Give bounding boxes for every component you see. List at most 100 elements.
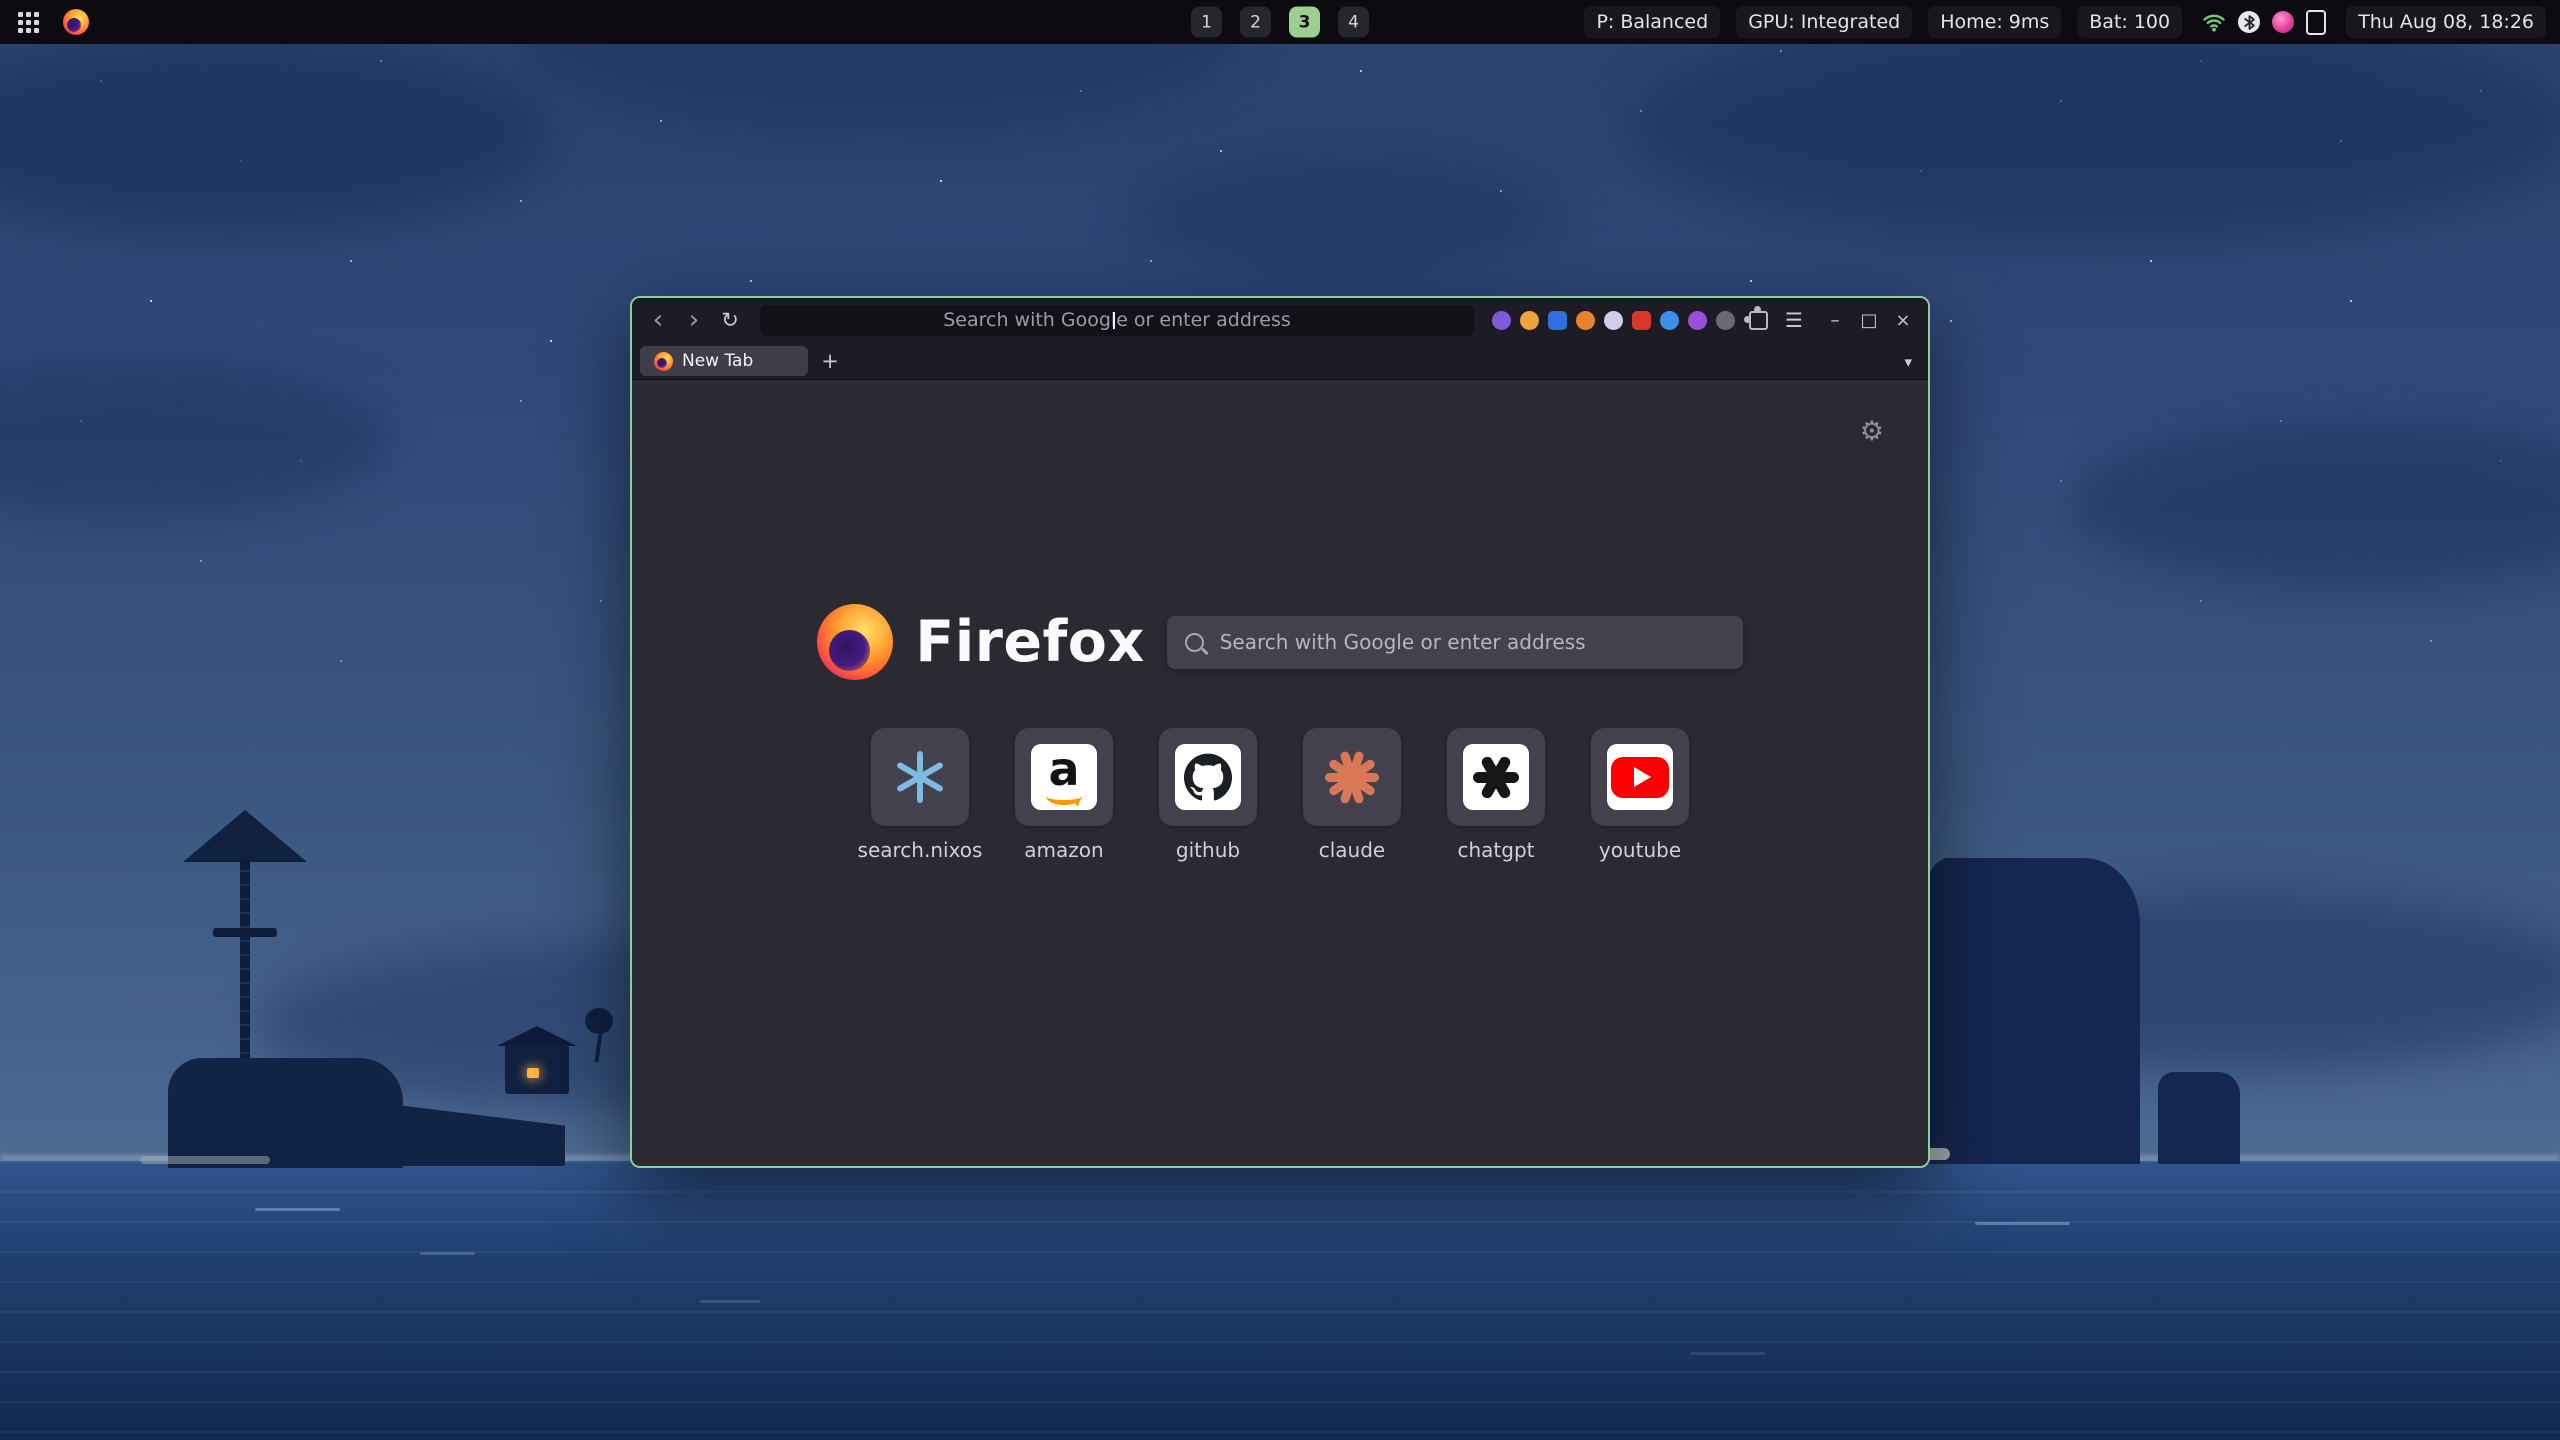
extension-icon-5[interactable] (1604, 311, 1623, 330)
wifi-icon[interactable] (2202, 10, 2226, 34)
shortcut-tile[interactable] (871, 728, 969, 826)
clipboard-icon[interactable] (2306, 10, 2326, 35)
forward-button[interactable]: › (678, 304, 710, 336)
firefox-logo (817, 604, 893, 680)
shortcut-label: claude (1319, 838, 1385, 862)
workspace-3-active[interactable]: 3 (1289, 7, 1320, 38)
tab-bar: New Tab + ▾ (632, 342, 1928, 380)
water-reflection (700, 1300, 760, 1303)
workspace-4[interactable]: 4 (1338, 7, 1369, 38)
topbar-right: P: Balanced GPU: Integrated Home: 9ms Ba… (1584, 6, 2546, 38)
amazon-a-glyph: a (1048, 749, 1079, 790)
newtab-hero: Firefox (817, 604, 1742, 680)
shortcut-label: amazon (1024, 838, 1103, 862)
apps-grid-icon[interactable] (12, 6, 45, 39)
browser-toolbar: ‹ › ↻ ☰ – □ × (632, 298, 1928, 342)
extension-icon-2[interactable] (1520, 311, 1539, 330)
extension-icon-8[interactable] (1688, 311, 1707, 330)
color-wheel-icon[interactable] (2272, 11, 2294, 33)
shortcut-claude[interactable]: claude (1303, 728, 1401, 862)
home-latency-module[interactable]: Home: 9ms (1928, 6, 2061, 38)
text-caret (1113, 312, 1115, 329)
shortcut-tile[interactable]: a (1015, 728, 1113, 826)
close-button[interactable]: × (1888, 305, 1918, 335)
desktop: 1 2 3 4 P: Balanced GPU: Integrated Home… (0, 0, 2560, 1440)
cloud (0, 360, 390, 520)
watchtower-platform (213, 928, 277, 937)
shortcut-tile[interactable] (1447, 728, 1545, 826)
cloud (1130, 150, 1560, 280)
shortcut-tile[interactable] (1159, 728, 1257, 826)
hut-window-light (527, 1068, 539, 1078)
openai-knot-icon (1463, 744, 1529, 810)
youtube-card (1607, 744, 1673, 810)
shortcut-tile[interactable] (1591, 728, 1689, 826)
shortcut-tile[interactable] (1303, 728, 1401, 826)
shortcut-label: youtube (1599, 838, 1681, 862)
workspace-2[interactable]: 2 (1240, 7, 1271, 38)
reload-button[interactable]: ↻ (714, 304, 746, 336)
shortcut-youtube[interactable]: youtube (1591, 728, 1689, 862)
extension-icon-4[interactable] (1576, 311, 1595, 330)
gpu-module[interactable]: GPU: Integrated (1736, 6, 1912, 38)
search-icon (1185, 633, 1204, 652)
back-button[interactable]: ‹ (642, 304, 674, 336)
newtab-settings-gear-icon[interactable]: ⚙ (1860, 416, 1884, 447)
youtube-play-icon (1611, 757, 1669, 798)
tab-title: New Tab (682, 351, 753, 371)
firefox-wordmark: Firefox (915, 609, 1144, 675)
water-reflection (420, 1252, 475, 1255)
new-tab-page: ⚙ Firefox search.nixos (632, 380, 1928, 1166)
firefox-icon[interactable] (63, 9, 89, 35)
claude-starburst-icon (1325, 750, 1379, 804)
firefox-icon (654, 352, 673, 371)
url-input[interactable] (760, 304, 1474, 337)
newtab-search-bar[interactable] (1167, 616, 1743, 669)
right-island-rock (2158, 1072, 2240, 1164)
extension-icon-6[interactable] (1632, 311, 1651, 330)
maximize-button[interactable]: □ (1854, 305, 1884, 335)
water-reflection (1690, 1352, 1765, 1355)
shortcut-search-nixos[interactable]: search.nixos (871, 728, 969, 862)
palm-tree (585, 1008, 613, 1034)
amazon-smile (1046, 787, 1082, 805)
sea (0, 1161, 2560, 1440)
list-all-tabs-icon[interactable]: ▾ (1896, 353, 1920, 371)
water-reflection (255, 1208, 340, 1211)
openai-asterisk (1473, 754, 1519, 800)
shortcut-label: chatgpt (1457, 838, 1534, 862)
hut-roof (497, 1026, 577, 1046)
shortcut-amazon[interactable]: a amazon (1015, 728, 1113, 862)
water-reflection (1975, 1222, 2070, 1225)
menu-hamburger-icon[interactable]: ☰ (1778, 304, 1810, 336)
shortcut-chatgpt[interactable]: chatgpt (1447, 728, 1545, 862)
workspace-1[interactable]: 1 (1191, 7, 1222, 38)
extension-icon-1[interactable] (1492, 311, 1511, 330)
shortcut-label: search.nixos (858, 838, 983, 862)
extension-icon-7[interactable] (1660, 311, 1679, 330)
bluetooth-icon[interactable] (2238, 11, 2260, 33)
window-controls: – □ × (1820, 305, 1918, 335)
cloud (0, 40, 550, 230)
tab-new-tab[interactable]: New Tab (640, 346, 808, 376)
extensions-puzzle-icon[interactable] (1749, 311, 1768, 330)
newtab-search-input[interactable] (1218, 629, 1725, 655)
url-bar[interactable] (760, 305, 1474, 336)
battery-module[interactable]: Bat: 100 (2077, 6, 2182, 38)
cloud (1630, 10, 2560, 240)
shortcut-label: github (1176, 838, 1240, 862)
watchtower-roof (183, 810, 307, 862)
minimize-button[interactable]: – (1820, 305, 1850, 335)
status-icons (2198, 10, 2330, 35)
left-beach (140, 1156, 270, 1164)
workspace-switcher: 1 2 3 4 (1191, 7, 1369, 38)
amazon-a-icon: a (1031, 744, 1097, 810)
clock[interactable]: Thu Aug 08, 18:26 (2346, 6, 2546, 38)
shortcut-github[interactable]: github (1159, 728, 1257, 862)
extension-icon-3[interactable] (1548, 311, 1567, 330)
nixos-snowflake-icon (894, 751, 946, 803)
new-tab-button[interactable]: + (816, 347, 844, 375)
extension-icon-9[interactable] (1716, 311, 1735, 330)
top-status-bar: 1 2 3 4 P: Balanced GPU: Integrated Home… (0, 0, 2560, 44)
power-profile-module[interactable]: P: Balanced (1584, 6, 1720, 38)
